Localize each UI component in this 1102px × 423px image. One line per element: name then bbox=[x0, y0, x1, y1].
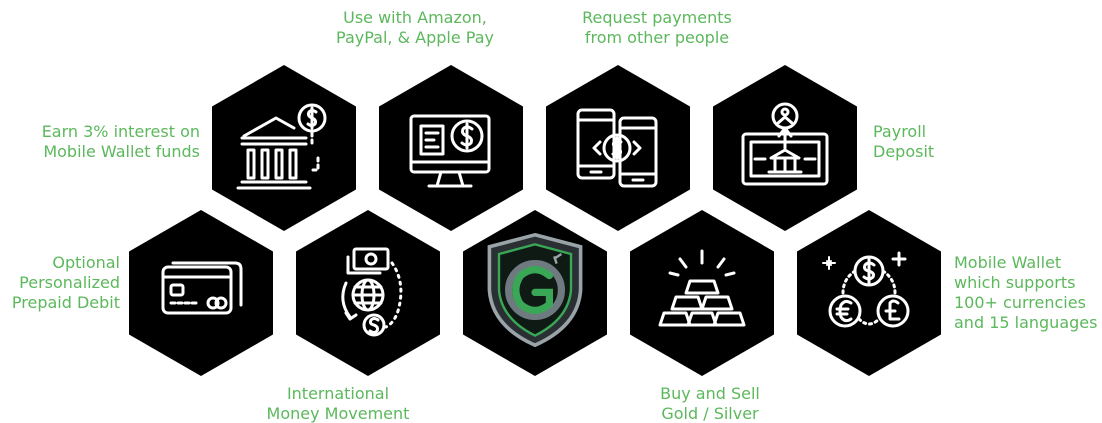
label-payroll: Payroll Deposit bbox=[873, 122, 935, 161]
label-request: Request payments from other people bbox=[582, 8, 732, 47]
gold-bars-icon bbox=[658, 249, 746, 327]
currency-coins-icon bbox=[822, 251, 910, 328]
hex-currencies bbox=[784, 208, 954, 378]
label-interest: Earn 3% interest on Mobile Wallet funds bbox=[41, 122, 200, 161]
shield-logo-icon bbox=[487, 232, 583, 348]
debit-card-icon bbox=[161, 261, 243, 315]
feature-hex-diagram: Use with Amazon, PayPal, & Apple Pay Requ… bbox=[0, 0, 1102, 423]
hex-gold bbox=[617, 208, 787, 378]
label-debit: Optional Personalized Prepaid Debit bbox=[11, 253, 120, 312]
bank-dollar-icon bbox=[236, 103, 327, 190]
phones-transfer-icon bbox=[576, 108, 658, 188]
hex-international bbox=[283, 208, 453, 378]
label-currencies: Mobile Wallet which supports 100+ currenci… bbox=[954, 253, 1098, 332]
hex-debit bbox=[116, 208, 286, 378]
payroll-deposit-icon bbox=[741, 102, 829, 186]
hex-logo bbox=[450, 208, 620, 378]
globe-money-icon bbox=[341, 247, 403, 337]
label-gold: Buy and Sell Gold / Silver bbox=[660, 384, 760, 423]
label-international: International Money Movement bbox=[266, 384, 410, 423]
monitor-dollar-icon bbox=[409, 114, 491, 188]
label-shopping: Use with Amazon, PayPal, & Apple Pay bbox=[336, 8, 494, 47]
